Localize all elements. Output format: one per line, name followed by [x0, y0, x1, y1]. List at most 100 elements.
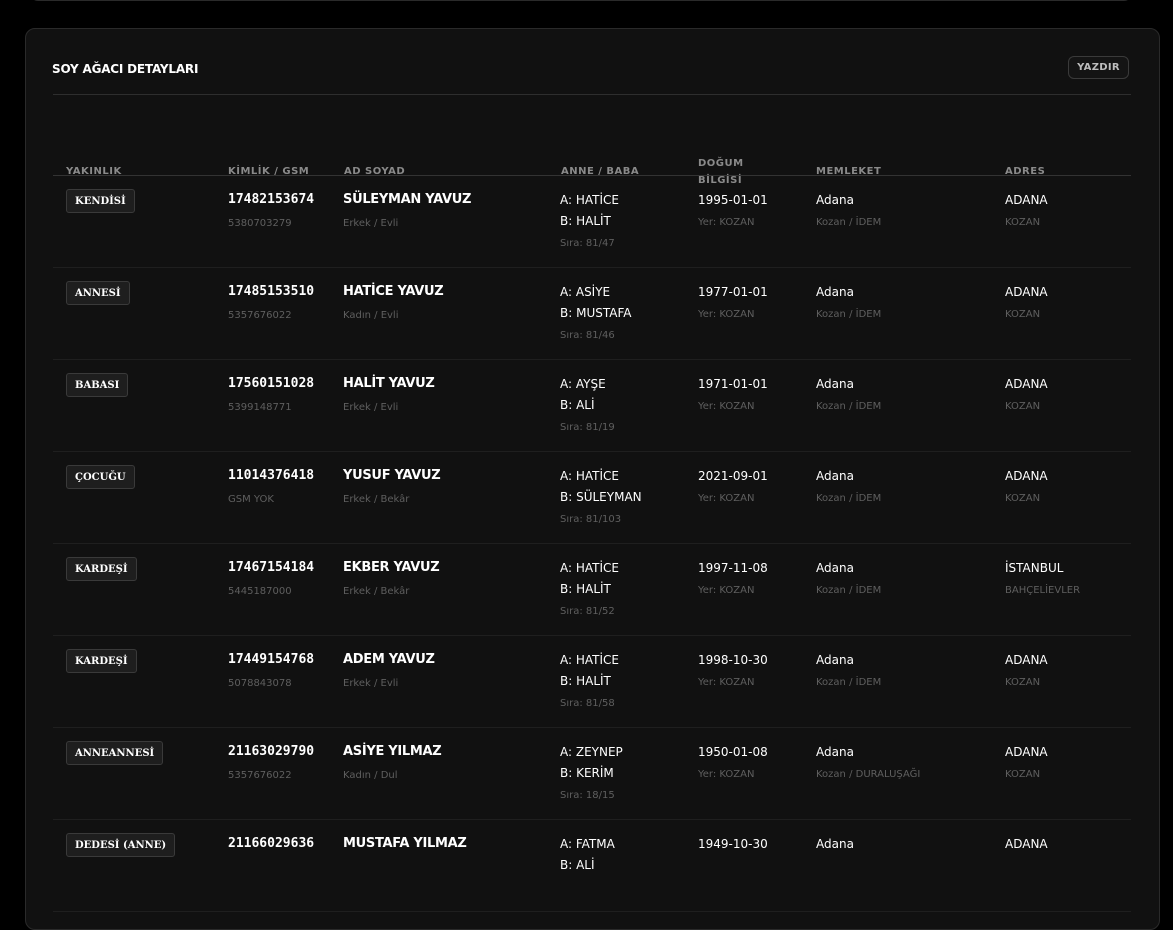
registry-order: Sıra: 81/58: [560, 698, 615, 709]
birth-place: Yer: KOZAN: [698, 585, 755, 596]
birth-date: 1977-01-01: [698, 285, 768, 299]
print-button[interactable]: YAZDIR: [1068, 56, 1129, 79]
hometown-district: Kozan / İDEM: [816, 493, 882, 504]
hometown-city: Adana: [816, 837, 854, 851]
gender-marital-status: Erkek / Evli: [343, 402, 399, 413]
mother-name: A: HATİCE: [560, 653, 619, 667]
address-city: ADANA: [1005, 653, 1048, 667]
hometown-district: Kozan / İDEM: [816, 401, 882, 412]
birth-date: 2021-09-01: [698, 469, 768, 483]
table-row: ANNESİ 17485153510 5357676022 HATİCE YAV…: [53, 268, 1131, 360]
identity-number: 17485153510: [228, 284, 315, 299]
address-city: İSTANBUL: [1005, 561, 1064, 575]
birth-date: 1950-01-08: [698, 745, 768, 759]
full-name: ASİYE YILMAZ: [343, 744, 442, 759]
relation-badge: DEDESİ (ANNE): [66, 833, 176, 857]
birth-date: 1949-10-30: [698, 837, 768, 851]
relation-badge: KARDEŞİ: [66, 649, 137, 673]
identity-number: 17482153674: [228, 192, 315, 207]
gsm-number: 5357676022: [228, 770, 292, 781]
relation-badge: ANNEANNESİ: [66, 741, 164, 765]
address-city: ADANA: [1005, 193, 1048, 207]
identity-number: 21163029790: [228, 744, 315, 759]
relation-badge: KARDEŞİ: [66, 557, 137, 581]
table-row: ANNEANNESİ 21163029790 5357676022 ASİYE …: [53, 728, 1131, 820]
father-name: B: HALİT: [560, 674, 611, 688]
gsm-number: 5357676022: [228, 310, 292, 321]
hometown-district: Kozan / İDEM: [816, 585, 882, 596]
gender-marital-status: Kadın / Evli: [343, 310, 399, 321]
gsm-number: 5078843078: [228, 678, 292, 689]
relation-badge: BABASI: [66, 373, 129, 397]
birth-place: Yer: KOZAN: [698, 217, 755, 228]
full-name: HATİCE YAVUZ: [343, 284, 444, 299]
mother-name: A: HATİCE: [560, 561, 619, 575]
relation-badge: ANNESİ: [66, 281, 130, 305]
table-row: ÇOCUĞU 11014376418 GSM YOK YUSUF YAVUZ E…: [53, 452, 1131, 544]
registry-order: Sıra: 81/103: [560, 514, 622, 525]
hometown-city: Adana: [816, 561, 854, 575]
address-district: KOZAN: [1005, 309, 1041, 320]
address-district: KOZAN: [1005, 217, 1041, 228]
gender-marital-status: Erkek / Bekâr: [343, 586, 410, 597]
hometown-city: Adana: [816, 745, 854, 759]
identity-number: 11014376418: [228, 468, 315, 483]
registry-order: Sıra: 81/19: [560, 422, 615, 433]
birth-place: Yer: KOZAN: [698, 769, 755, 780]
relation-badge: ÇOCUĞU: [66, 465, 135, 489]
table-row: KARDEŞİ 17467154184 5445187000 EKBER YAV…: [53, 544, 1131, 636]
table-row: BABASI 17560151028 5399148771 HALİT YAVU…: [53, 360, 1131, 452]
hometown-district: Kozan / İDEM: [816, 677, 882, 688]
birth-place: Yer: KOZAN: [698, 401, 755, 412]
mother-name: A: HATİCE: [560, 193, 619, 207]
identity-number: 17560151028: [228, 376, 315, 391]
hometown-city: Adana: [816, 653, 854, 667]
address-city: ADANA: [1005, 837, 1048, 851]
father-name: B: SÜLEYMAN: [560, 490, 642, 504]
gender-marital-status: Erkek / Evli: [343, 678, 399, 689]
mother-name: A: HATİCE: [560, 469, 619, 483]
table-body: KENDİSİ 17482153674 5380703279 SÜLEYMAN …: [26, 176, 1159, 912]
card-title: SOY AĞACI DETAYLARI: [52, 62, 199, 76]
birth-date: 1997-11-08: [698, 561, 768, 575]
address-city: ADANA: [1005, 285, 1048, 299]
table-header: YAKINLIK KİMLİK / GSM AD SOYAD ANNE / BA…: [26, 95, 1159, 186]
gsm-number: 5380703279: [228, 218, 292, 229]
hometown-district: Kozan / DURALUŞAĞI: [816, 769, 921, 780]
previous-card: [30, 0, 1132, 1]
address-district: KOZAN: [1005, 677, 1041, 688]
address-district: KOZAN: [1005, 493, 1041, 504]
family-tree-card: SOY AĞACI DETAYLARI YAZDIR YAKINLIK KİML…: [25, 28, 1160, 930]
gsm-number: 5445187000: [228, 586, 292, 597]
mother-name: A: AYŞE: [560, 377, 606, 391]
gsm-number: 5399148771: [228, 402, 292, 413]
table-row: KARDEŞİ 17449154768 5078843078 ADEM YAVU…: [53, 636, 1131, 728]
father-name: B: KERİM: [560, 766, 614, 780]
mother-name: A: ASİYE: [560, 285, 611, 299]
mother-name: A: ZEYNEP: [560, 745, 623, 759]
registry-order: Sıra: 81/52: [560, 606, 615, 617]
hometown-district: Kozan / İDEM: [816, 217, 882, 228]
gender-marital-status: Erkek / Evli: [343, 218, 399, 229]
full-name: MUSTAFA YILMAZ: [343, 836, 467, 851]
father-name: B: ALİ: [560, 398, 595, 412]
registry-order: Sıra: 81/46: [560, 330, 615, 341]
address-district: BAHÇELİEVLER: [1005, 585, 1081, 596]
hometown-city: Adana: [816, 193, 854, 207]
full-name: HALİT YAVUZ: [343, 376, 435, 391]
hometown-district: Kozan / İDEM: [816, 309, 882, 320]
mother-name: A: FATMA: [560, 837, 615, 851]
full-name: SÜLEYMAN YAVUZ: [343, 192, 472, 207]
registry-order: Sıra: 81/47: [560, 238, 615, 249]
address-city: ADANA: [1005, 377, 1048, 391]
birth-date: 1971-01-01: [698, 377, 768, 391]
birth-place: Yer: KOZAN: [698, 309, 755, 320]
hometown-city: Adana: [816, 285, 854, 299]
full-name: YUSUF YAVUZ: [343, 468, 441, 483]
gender-marital-status: Erkek / Bekâr: [343, 494, 410, 505]
identity-number: 21166029636: [228, 836, 315, 851]
birth-date: 1998-10-30: [698, 653, 768, 667]
full-name: ADEM YAVUZ: [343, 652, 435, 667]
address-city: ADANA: [1005, 469, 1048, 483]
address-city: ADANA: [1005, 745, 1048, 759]
